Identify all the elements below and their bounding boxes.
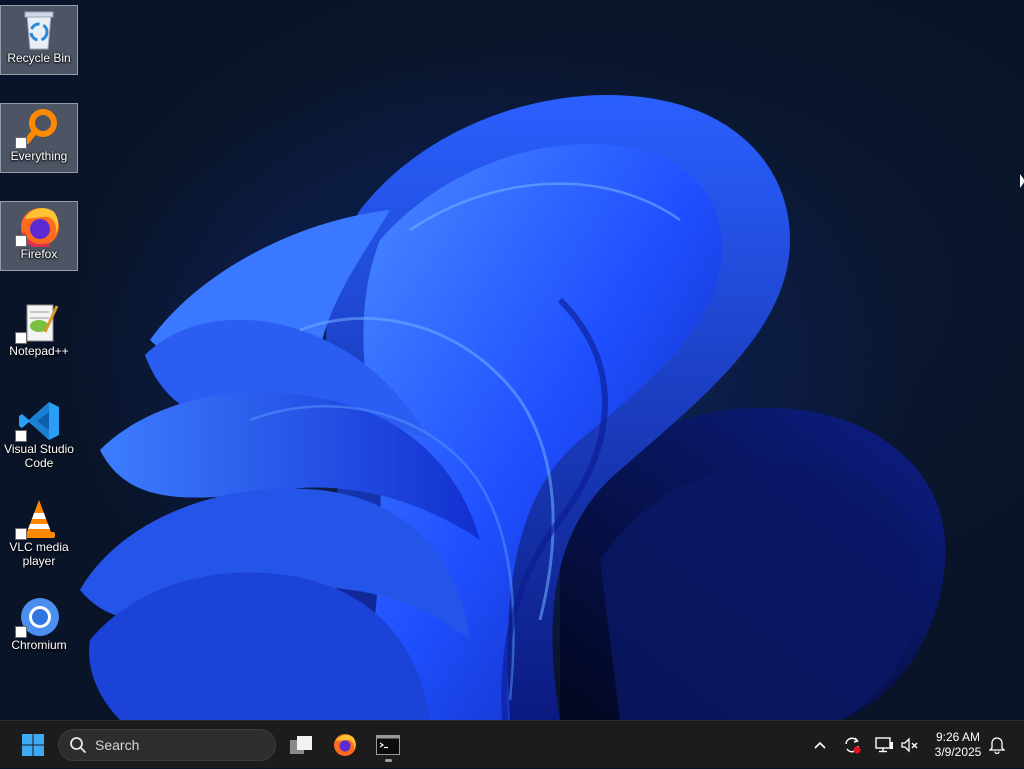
desktop-icon-label: Chromium [11, 638, 67, 652]
desktop-icon-notepad-plus-plus[interactable]: Notepad++ [0, 299, 78, 369]
search-input[interactable]: Search [58, 729, 276, 761]
shortcut-arrow-icon [15, 137, 27, 149]
windows-logo-icon [22, 734, 44, 756]
show-hidden-icons-button[interactable] [808, 721, 832, 769]
firefox-icon [334, 734, 356, 756]
terminal-icon [376, 735, 400, 755]
vlc-icon [15, 498, 63, 540]
shortcut-arrow-icon [15, 235, 27, 247]
network-icon [875, 737, 893, 753]
desktop-icon-label: Everything [10, 149, 68, 163]
shortcut-arrow-icon [15, 626, 27, 638]
active-app-indicator [385, 759, 392, 762]
task-view-icon [290, 736, 312, 754]
desktop-icon-vscode[interactable]: Visual Studio Code [0, 397, 78, 481]
vscode-icon [15, 400, 63, 442]
network-tray-button[interactable] [872, 721, 896, 769]
desktop[interactable]: Recycle Bin Everything Firefox Notepad++… [0, 0, 1024, 720]
search-placeholder: Search [95, 737, 140, 753]
clock-time: 9:26 AM [935, 730, 981, 744]
shortcut-arrow-icon [15, 332, 27, 344]
taskbar: Search 9:26 AM 3/9/2025 [0, 720, 1024, 768]
sync-icon [845, 737, 861, 754]
shortcut-arrow-icon [15, 430, 27, 442]
wallpaper-bloom [80, 94, 946, 720]
task-view-button[interactable] [284, 721, 318, 769]
desktop-icon-label: VLC media player [9, 540, 69, 568]
volume-tray-button[interactable] [898, 721, 922, 769]
chevron-up-icon [814, 741, 826, 749]
desktop-icon-label: Firefox [20, 247, 58, 261]
notifications-button[interactable] [986, 721, 1008, 769]
desktop-icon-recycle-bin[interactable]: Recycle Bin [0, 5, 78, 75]
desktop-icon-label: Visual Studio Code [4, 442, 74, 470]
chromium-icon [15, 596, 63, 638]
desktop-icon-firefox[interactable]: Firefox [0, 201, 78, 271]
desktop-icon-vlc[interactable]: VLC media player [0, 495, 78, 579]
desktop-icon-chromium[interactable]: Chromium [0, 593, 78, 663]
start-button[interactable] [16, 721, 50, 769]
sync-tray-button[interactable] [840, 721, 864, 769]
everything-search-icon [15, 107, 63, 149]
shortcut-arrow-icon [15, 528, 27, 540]
notepad-plus-plus-icon [15, 302, 63, 344]
desktop-icon-everything[interactable]: Everything [0, 103, 78, 173]
volume-muted-icon [901, 737, 918, 753]
firefox-taskbar-button[interactable] [328, 721, 362, 769]
clock-button[interactable]: 9:26 AM 3/9/2025 [926, 721, 990, 769]
firefox-icon [15, 205, 63, 249]
search-icon [70, 737, 86, 753]
desktop-icon-label: Recycle Bin [7, 51, 71, 65]
clock-date: 3/9/2025 [934, 745, 982, 759]
mouse-cursor [1020, 174, 1024, 188]
bell-icon [989, 737, 1005, 754]
desktop-icon-label: Notepad++ [9, 344, 69, 358]
recycle-bin-icon [15, 9, 63, 51]
